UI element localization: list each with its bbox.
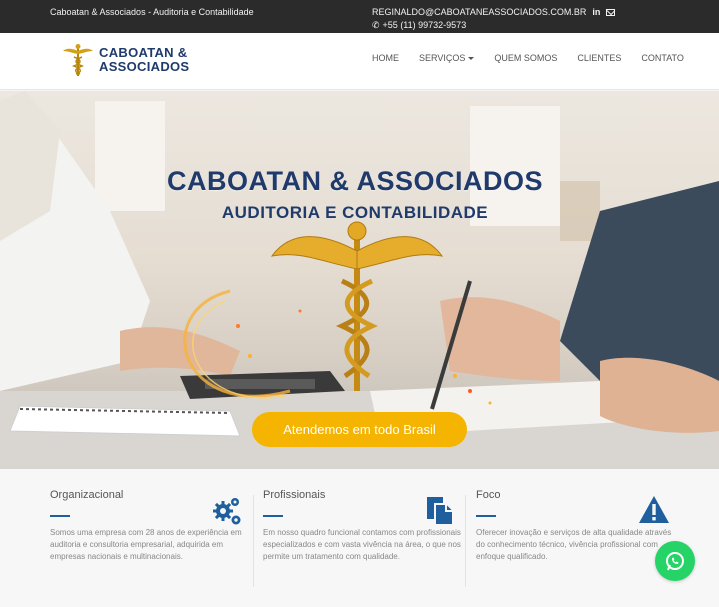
logo-line-2: ASSOCIADOS xyxy=(99,59,190,74)
caduceus-emblem xyxy=(270,221,444,391)
phone-icon: ✆ xyxy=(372,20,380,30)
whatsapp-button[interactable] xyxy=(655,541,695,581)
right-hand xyxy=(440,297,560,381)
feature-divider xyxy=(253,495,254,587)
nav-clients[interactable]: CLIENTES xyxy=(577,53,621,63)
top-contact: REGINALDO@CABOATANEASSOCIADOS.COM.BR in … xyxy=(372,6,616,32)
site-logo[interactable]: CABOATAN & ASSOCIADOS xyxy=(62,43,189,77)
logo-text: CABOATAN & ASSOCIADOS xyxy=(99,46,189,74)
feature-divider xyxy=(465,495,466,587)
gears-icon xyxy=(213,498,241,525)
hero-banner: CABOATAN & ASSOCIADOS AUDITORIA E CONTAB… xyxy=(0,91,719,469)
site-tagline: Caboatan & Associados - Auditoria e Cont… xyxy=(50,7,254,17)
feature-text: Oferecer inovação e serviços de alta qua… xyxy=(476,528,672,561)
notebook xyxy=(9,405,241,437)
phone-number[interactable]: +55 (11) 99732-9573 xyxy=(383,19,467,32)
logo-line-1: CABOATAN & xyxy=(99,45,188,60)
linkedin-icon[interactable]: in xyxy=(592,6,600,19)
nav-about[interactable]: QUEM SOMOS xyxy=(494,53,557,63)
feature-foco: Foco Oferecer inovação e serviços de alt… xyxy=(476,489,676,563)
cta-button[interactable]: Atendemos em todo Brasil xyxy=(252,412,467,447)
caret-down-icon xyxy=(468,57,475,61)
feature-underline xyxy=(476,515,496,517)
hero-subtitle: AUDITORIA E CONTABILIDADE xyxy=(221,203,489,222)
nav-contact[interactable]: CONTATO xyxy=(641,53,684,63)
nav-services[interactable]: SERVIÇOS xyxy=(419,53,475,63)
nav-menu: HOME SERVIÇOS QUEM SOMOS CLIENTES CONTAT… xyxy=(372,53,684,63)
documents-icon xyxy=(427,497,454,526)
feature-organizacional: Organizacional Somos uma empresa com 28 … xyxy=(50,489,250,563)
feature-underline xyxy=(263,515,283,517)
left-hand xyxy=(120,327,240,376)
hero-title: CABOATAN & ASSOCIADOS xyxy=(166,166,543,196)
nav-home[interactable]: HOME xyxy=(372,53,399,63)
top-bar: Caboatan & Associados - Auditoria e Cont… xyxy=(0,0,719,33)
email-link[interactable]: REGINALDO@CABOATANEASSOCIADOS.COM.BR xyxy=(372,6,586,19)
feature-underline xyxy=(50,515,70,517)
whatsapp-icon xyxy=(666,552,684,571)
envelope-icon[interactable] xyxy=(606,9,616,16)
warning-icon xyxy=(639,496,669,523)
feature-profissionais: Profissionais Em nosso quadro funcional … xyxy=(263,489,463,563)
features-section: Organizacional Somos uma empresa com 28 … xyxy=(0,469,719,607)
feature-text: Somos uma empresa com 28 anos de experiê… xyxy=(50,528,242,561)
nav-services-label: SERVIÇOS xyxy=(419,53,466,63)
main-navbar: CABOATAN & ASSOCIADOS HOME SERVIÇOS QUEM… xyxy=(0,33,719,90)
caduceus-icon xyxy=(63,44,93,76)
feature-text: Em nosso quadro funcional contamos com p… xyxy=(263,528,461,561)
